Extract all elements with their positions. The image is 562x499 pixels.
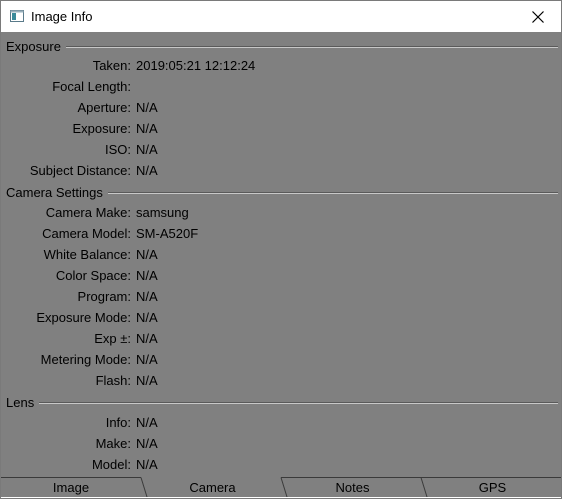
info-row-taken: Taken: 2019:05:21 12:12:24 [1,56,561,77]
row-label: Camera Make: [45,205,131,220]
section-title: Camera Settings [6,184,103,200]
row-value: N/A [136,142,158,157]
image-info-window: Image Info Exposure Taken: 2019:05:21 12… [0,0,562,499]
row-value: N/A [136,100,158,115]
section-exposure: Exposure [6,37,558,55]
info-row-exposure-mode: Exposure Mode: N/A [1,308,561,329]
tab-label: Camera [189,480,236,495]
section-title: Lens [6,394,35,410]
row-label: Exposure: [72,121,131,136]
row-label: Color Space: [55,268,131,283]
tab-gps[interactable]: GPS [424,477,561,498]
info-row-flash: Flash: N/A [1,371,561,392]
row-value: N/A [136,331,158,346]
info-row-iso: ISO: N/A [1,140,561,161]
info-row-aperture: Aperture: N/A [1,98,561,119]
row-label: ISO: [104,142,131,157]
row-value: samsung [136,205,189,220]
title-bar[interactable]: Image Info [1,1,561,32]
section-divider [39,402,558,404]
row-label: Exposure Mode: [36,310,131,325]
window-icon [10,10,24,22]
row-label: Exp ±: [94,331,131,346]
row-label: Focal Length: [52,79,131,94]
info-row-lens-make: Make: N/A [1,434,561,455]
close-icon [532,10,544,23]
row-value: N/A [136,436,158,451]
row-value: N/A [136,352,158,367]
tab-camera[interactable]: Camera [144,477,281,498]
row-value: 2019:05:21 12:12:24 [136,58,256,73]
row-label: Program: [77,289,131,304]
row-label: Camera Model: [42,226,131,241]
info-row-camera-model: Camera Model: SM-A520F [1,224,561,245]
info-panel: Exposure Taken: 2019:05:21 12:12:24 Foca… [1,32,561,477]
row-value: N/A [136,268,158,283]
section-divider [65,46,558,48]
section-title: Exposure [6,38,61,54]
tab-label: Image [52,480,90,495]
info-row-subject-distance: Subject Distance: N/A [1,161,561,182]
row-value: N/A [136,310,158,325]
row-label: Subject Distance: [29,163,131,178]
row-label: Model: [91,457,131,472]
info-row-camera-make: Camera Make: samsung [1,203,561,224]
row-value: N/A [136,373,158,388]
info-row-metering-mode: Metering Mode: N/A [1,350,561,371]
row-label: White Balance: [43,247,131,262]
window-title: Image Info [31,9,93,24]
info-row-focal-length: Focal Length: [1,77,561,98]
row-value: N/A [136,163,158,178]
row-label: Info: [105,415,131,430]
tab-label: GPS [478,480,507,495]
row-label: Make: [95,436,131,451]
section-lens: Lens [6,393,558,411]
row-value: SM-A520F [136,226,199,241]
close-button[interactable] [515,1,561,32]
row-label: Aperture: [77,100,131,115]
row-label: Flash: [95,373,131,388]
tab-image[interactable]: Image [1,477,141,498]
info-row-white-balance: White Balance: N/A [1,245,561,266]
info-row-exposure: Exposure: N/A [1,119,561,140]
tab-notes[interactable]: Notes [284,477,421,498]
row-value: N/A [136,289,158,304]
info-row-exp-bias: Exp ±: N/A [1,329,561,350]
row-value: N/A [136,247,158,262]
row-value: N/A [136,457,158,472]
tab-bar: Image Camera Notes GPS [1,477,561,498]
row-value: N/A [136,415,158,430]
row-label: Metering Mode: [40,352,131,367]
row-value: N/A [136,121,158,136]
tab-label: Notes [335,480,370,495]
info-row-color-space: Color Space: N/A [1,266,561,287]
section-camera-settings: Camera Settings [6,183,558,201]
row-label: Taken: [92,58,131,73]
info-row-program: Program: N/A [1,287,561,308]
section-divider [107,192,558,194]
info-row-lens-model: Model: N/A [1,455,561,476]
info-row-lens-info: Info: N/A [1,413,561,434]
